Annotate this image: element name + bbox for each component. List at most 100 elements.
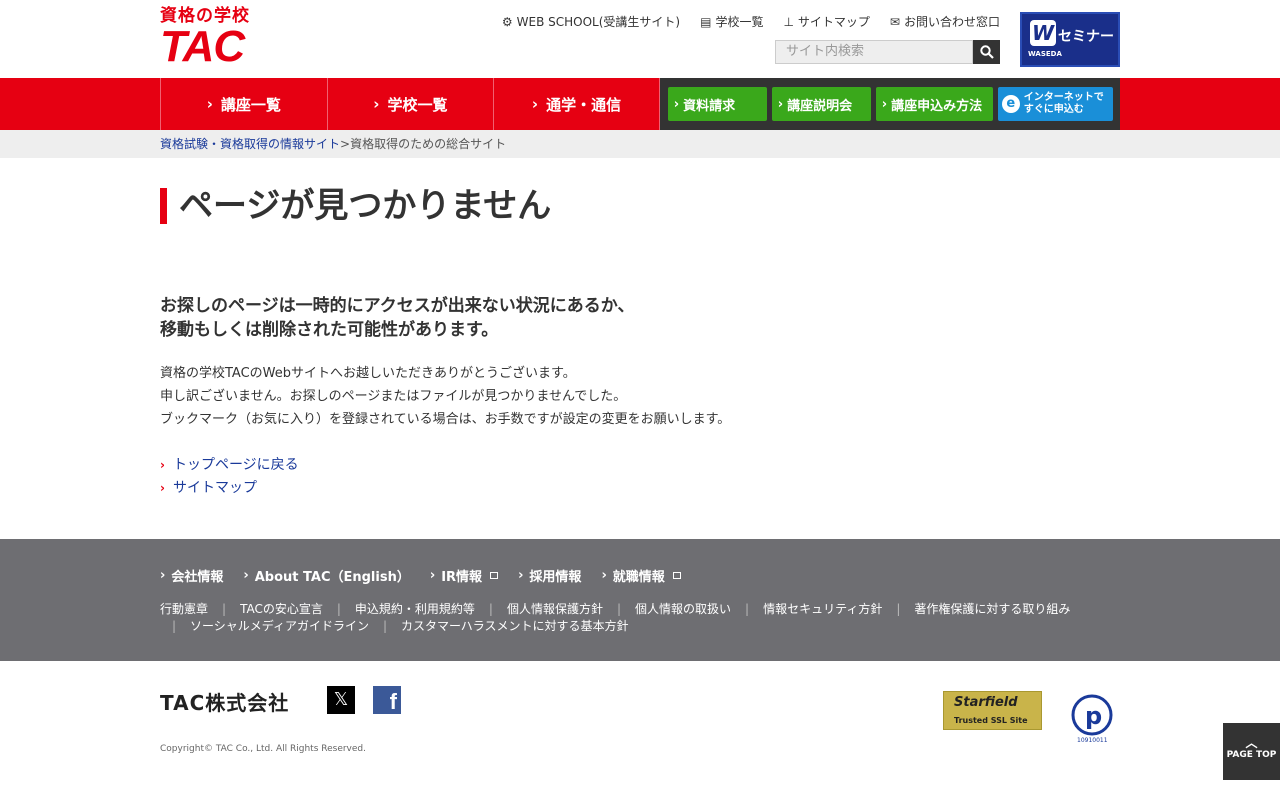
footer-ir-link[interactable]: › IR情報	[429, 566, 499, 585]
internet-apply-line1: インターネットで	[1023, 92, 1104, 103]
footer-about-label: About TAC（English）	[254, 570, 410, 585]
footer-main-links: › 会社情報 › About TAC（English） › IR情報 › 採用情報 › 就…	[160, 566, 681, 585]
footer-company-link[interactable]: › 会社情報	[160, 566, 223, 585]
chevron-right-icon: ›	[518, 568, 524, 583]
back-to-top-label: トップページに戻る	[172, 457, 299, 473]
page-title: ページが見つかりません	[160, 188, 551, 224]
gear-icon: ⚙	[501, 14, 513, 29]
nav-course-list[interactable]: › 講座一覧	[160, 78, 327, 130]
footer-career-label: 就職情報	[612, 570, 665, 585]
footer-sub-link[interactable]: TACの安心宣言	[240, 602, 323, 616]
breadcrumb-home-link[interactable]: 資格試験・資格取得の情報サイト	[160, 137, 340, 151]
footer-ir-label: IR情報	[441, 570, 483, 585]
internet-apply-button[interactable]: e インターネットで すぐに申込む	[997, 87, 1113, 121]
logo-main-text: TAC	[160, 22, 245, 71]
sitemap-link[interactable]: ⊥ サイトマップ	[783, 13, 869, 30]
footer-sub-link[interactable]: 情報セキュリティ方針	[763, 602, 882, 616]
waseda-seminar-sub: WASEDA	[1028, 50, 1062, 58]
request-materials-label: 資料請求	[683, 98, 736, 114]
error-message-line2: 申し訳ございません。お探しのページまたはファイルが見つかりませんでした。	[160, 389, 627, 404]
chevron-right-icon: ›	[429, 568, 436, 583]
how-to-apply-button[interactable]: › 講座申込み方法	[875, 87, 993, 121]
footer-recruit-label: 採用情報	[529, 570, 582, 585]
footer-sub-link[interactable]: 行動憲章	[160, 602, 208, 616]
back-to-top-link[interactable]: › トップページに戻る	[160, 454, 299, 477]
chevron-right-icon: ›	[673, 96, 680, 112]
external-link-icon	[490, 572, 499, 579]
waseda-seminar-banner[interactable]: W セミナー WASEDA	[1020, 12, 1120, 67]
site-header: 資格の学校 TAC ⚙ WEB SCHOOL(受講生サイト) ▤ 学校一覧 ⊥ …	[0, 0, 1280, 78]
course-briefing-button[interactable]: › 講座説明会	[771, 87, 871, 121]
footer-sub-link[interactable]: 個人情報の取扱い	[635, 602, 731, 616]
web-school-label: WEB SCHOOL(受講生サイト)	[516, 15, 681, 29]
footer-separator: |	[896, 602, 901, 616]
footer-separator: |	[745, 602, 750, 616]
sitemap-page-label: サイトマップ	[172, 480, 257, 496]
contact-link[interactable]: ✉ お問い合わせ窓口	[890, 13, 1000, 30]
breadcrumb-current: 資格取得のための総合サイト	[350, 137, 507, 151]
page-top-label: PAGE TOP	[1226, 750, 1277, 760]
svg-text:p: p	[1085, 702, 1102, 730]
waseda-seminar-title: セミナー	[1058, 29, 1114, 45]
footer-sub-link[interactable]: カスタマーハラスメントに対する基本方針	[401, 619, 629, 633]
privacy-mark-code: 10910011	[1077, 737, 1108, 743]
chevron-right-icon: ›	[160, 568, 166, 583]
facebook-icon[interactable]: f	[373, 686, 401, 714]
search-input[interactable]: サイト内検索	[775, 40, 973, 64]
footer-separator: |	[222, 602, 227, 616]
breadcrumb-separator: >	[340, 137, 351, 151]
utility-links: ⚙ WEB SCHOOL(受講生サイト) ▤ 学校一覧 ⊥ サイトマップ ✉ お…	[502, 13, 1000, 30]
error-lead: お探しのページは一時的にアクセスが出来ない状況にあるか、 移動もしくは削除された…	[160, 294, 634, 342]
chevron-right-icon: ›	[777, 96, 784, 112]
footer-brand: TAC株式会社	[160, 691, 290, 715]
web-school-link[interactable]: ⚙ WEB SCHOOL(受講生サイト)	[502, 13, 680, 30]
chevron-right-icon: ›	[243, 568, 249, 583]
course-briefing-label: 講座説明会	[787, 98, 853, 114]
waseda-w-mark: W	[1030, 20, 1056, 46]
tac-logo[interactable]: 資格の学校 TAC	[160, 6, 272, 72]
privacy-mark-icon[interactable]: p 10910011	[1065, 688, 1120, 743]
contact-label: お問い合わせ窓口	[903, 15, 1000, 29]
search-button[interactable]	[973, 40, 1000, 64]
footer-career-link[interactable]: › 就職情報	[601, 566, 681, 585]
page-top-button[interactable]: ︿ PAGE TOP	[1223, 723, 1280, 780]
footer-sub-link[interactable]: 申込規約・利用規約等	[355, 602, 475, 616]
nav-study-mode-label: 通学・通信	[546, 95, 622, 114]
global-nav: › 講座一覧 › 学校一覧 › 通学・通信 › 資料請求 › 講座説明会 › 講…	[0, 78, 1280, 130]
chevron-right-icon: ›	[206, 95, 213, 113]
chevron-right-icon: ›	[160, 481, 165, 495]
footer-sub-link[interactable]: 個人情報保護方針	[507, 602, 603, 616]
ssl-seal-title: Starfield	[954, 695, 1018, 710]
error-message-line1: 資格の学校TACのWebサイトへお越しいただきありがとうございます。	[160, 366, 576, 381]
footer-sub-link[interactable]: 著作権保護に対する取り組み	[914, 602, 1070, 616]
footer-separator: |	[488, 602, 493, 616]
chevron-right-icon: ›	[373, 95, 380, 113]
error-message: 資格の学校TACのWebサイトへお越しいただきありがとうございます。 申し訳ござ…	[160, 362, 730, 431]
nav-school-list[interactable]: › 学校一覧	[326, 78, 494, 130]
chevron-up-icon: ︿	[1245, 736, 1258, 750]
ssl-seal[interactable]: Starfield Trusted SSL Site	[943, 691, 1042, 730]
school-list-link[interactable]: ▤ 学校一覧	[700, 13, 763, 30]
footer-separator: |	[616, 602, 622, 616]
search-icon	[979, 45, 994, 59]
footer-separator: |	[172, 619, 177, 633]
footer-recruit-link[interactable]: › 採用情報	[518, 566, 581, 585]
request-materials-button[interactable]: › 資料請求	[667, 87, 767, 121]
breadcrumb: 資格試験・資格取得の情報サイト>資格取得のための総合サイト	[0, 130, 1280, 158]
internet-apply-line2: すぐに申込む	[1023, 104, 1084, 115]
footer-separator: |	[336, 602, 341, 616]
nav-study-mode[interactable]: › 通学・通信	[493, 78, 660, 130]
sitemap-icon: ⊥	[783, 14, 794, 29]
footer-sub-links: 行動憲章 | TACの安心宣言 | 申込規約・利用規約等 | 個人情報保護方針 | 個人情報の取…	[160, 601, 1120, 635]
footer-company-label: 会社情報	[171, 570, 224, 585]
nav-action-area: › 資料請求 › 講座説明会 › 講座申込み方法 e インターネットで すぐに申…	[659, 78, 1120, 130]
nav-course-list-label: 講座一覧	[220, 95, 281, 114]
chevron-right-icon: ›	[601, 568, 607, 583]
sitemap-page-link[interactable]: › サイトマップ	[160, 477, 299, 500]
footer-about-link[interactable]: › About TAC（English）	[243, 566, 409, 585]
chevron-right-icon: ›	[531, 95, 539, 113]
x-twitter-icon[interactable]: 𝕏	[327, 686, 355, 714]
nav-school-list-label: 学校一覧	[387, 95, 448, 114]
site-search: サイト内検索	[775, 40, 1000, 64]
footer-sub-link[interactable]: ソーシャルメディアガイドライン	[190, 619, 369, 633]
